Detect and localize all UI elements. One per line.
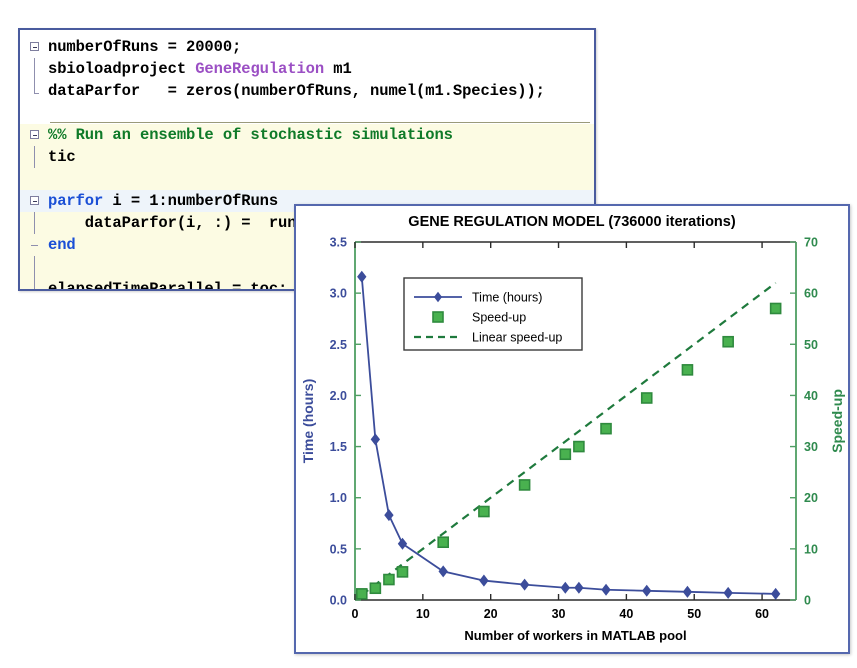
code-token: m1	[324, 60, 352, 78]
speedup-data-point-marker	[640, 392, 653, 404]
time-data-point-marker	[642, 584, 652, 597]
code-fold-stem	[34, 212, 35, 234]
code-token: GeneRegulation	[195, 60, 325, 78]
x-axis-title: Number of workers in MATLAB pool	[464, 628, 686, 643]
code-token: dataParfor = zeros(numberOfRuns, numel(m…	[48, 82, 545, 100]
code-fold-gutter[interactable]	[20, 30, 46, 289]
time-data-point-marker	[357, 270, 367, 283]
code-fold-stem	[34, 80, 35, 93]
code-token: tic	[48, 148, 76, 166]
time-data-point-marker	[682, 585, 693, 598]
time-data-point-marker	[438, 565, 448, 578]
y2-axis-tick-label: 70	[804, 236, 818, 250]
y-axis-title: Time (hours)	[300, 379, 316, 464]
legend-label-linear: Linear speed-up	[472, 331, 562, 345]
speedup-data-point-marker	[369, 582, 382, 595]
y-axis-tick-label: 2.0	[330, 389, 347, 403]
code-token: parfor	[48, 192, 104, 210]
y-axis-tick-label: 1.0	[330, 491, 347, 505]
speedup-data-point-marker	[478, 505, 490, 518]
x-axis-tick-label: 10	[416, 607, 430, 621]
y-axis-tick-label: 3.5	[330, 236, 347, 250]
speedup-data-point-marker	[722, 335, 734, 348]
legend-label-speedup: Speed-up	[472, 311, 526, 325]
code-line[interactable]: sbioloadproject GeneRegulation m1	[48, 58, 352, 80]
x-axis-tick-label: 50	[687, 607, 701, 621]
code-line[interactable]: dataParfor = zeros(numberOfRuns, numel(m…	[48, 80, 545, 102]
code-fold-stem	[34, 278, 35, 289]
speedup-data-point-marker	[437, 536, 449, 549]
code-fold-collapse-icon[interactable]	[30, 42, 39, 51]
code-token: end	[48, 236, 76, 254]
x-axis-tick-label: 60	[755, 607, 769, 621]
y2-axis-tick-label: 50	[804, 338, 818, 352]
code-line[interactable]: tic	[48, 146, 76, 168]
code-fold-collapse-icon[interactable]	[30, 130, 39, 139]
time-data-point-marker	[397, 537, 408, 550]
legend-speedup-marker	[432, 311, 444, 323]
code-token: numberOfRuns = 20000;	[48, 38, 242, 56]
code-fold-tick	[31, 245, 38, 246]
speedup-data-point-marker	[573, 440, 585, 453]
y-axis-tick-label: 2.5	[330, 338, 347, 352]
chart-plot-area[interactable]: 0.0 0.5 1.0 1.5 2.0 2.5 3.0 3.5 0 10 20 30 40 50 60 70 0…	[296, 206, 848, 652]
speedup-data-point-marker	[383, 573, 395, 586]
code-fold-collapse-icon[interactable]	[30, 196, 39, 205]
time-data-point-marker	[370, 433, 381, 446]
time-data-point-marker	[519, 578, 530, 591]
y2-axis-tick-label: 60	[804, 287, 818, 301]
code-token: %% Run an ensemble of stochastic simulat…	[48, 126, 453, 144]
code-token: elapsedTimeParallel = toc;	[48, 280, 288, 289]
time-data-point-marker	[560, 581, 571, 594]
time-data-point-marker	[574, 581, 584, 594]
code-line[interactable]: end	[48, 234, 76, 256]
y2-axis-tick-label: 0	[804, 594, 811, 608]
speedup-data-point-marker	[396, 566, 409, 578]
time-data-point-marker	[601, 583, 611, 596]
code-cell-divider	[50, 122, 590, 123]
time-data-point-marker	[384, 509, 394, 522]
time-data-point-marker	[723, 586, 733, 599]
code-line[interactable]: parfor i = 1:numberOfRuns	[48, 190, 278, 212]
y-axis-tick-label: 0.0	[330, 594, 347, 608]
figure-panel[interactable]: GENE REGULATION MODEL (736000 iterations…	[294, 204, 850, 654]
x-axis-tick-label: 20	[484, 607, 498, 621]
y-axis-tick-label: 1.5	[330, 440, 347, 454]
x-axis-tick-label: 30	[552, 607, 566, 621]
y2-axis-tick-label: 20	[804, 491, 818, 505]
code-fold-end-marker	[34, 93, 39, 94]
code-line[interactable]: %% Run an ensemble of stochastic simulat…	[48, 124, 453, 146]
code-token: i = 1:numberOfRuns	[103, 192, 279, 210]
code-fold-stem	[34, 256, 35, 278]
code-fold-stem	[34, 58, 35, 80]
time-data-point-marker	[770, 587, 781, 600]
speedup-data-point-marker	[600, 422, 612, 435]
code-line[interactable]: elapsedTimeParallel = toc;	[48, 278, 287, 289]
y2-axis-tick-label: 30	[804, 440, 818, 454]
speedup-data-point-marker	[355, 588, 368, 600]
y2-axis-tick-label: 10	[804, 542, 818, 556]
time-data-point-marker	[479, 574, 489, 587]
y2-axis-title: Speed-up	[829, 389, 845, 453]
speedup-data-point-marker	[559, 448, 572, 461]
y-axis-tick-label: 0.5	[330, 542, 347, 556]
x-axis-tick-label: 40	[619, 607, 633, 621]
y2-axis-tick-label: 40	[804, 389, 818, 403]
x-axis-tick-label: 0	[352, 607, 359, 621]
speedup-data-point-marker	[769, 302, 782, 315]
speedup-data-point-marker	[681, 364, 694, 376]
code-line[interactable]: numberOfRuns = 20000;	[48, 36, 241, 58]
speedup-data-point-marker	[518, 479, 531, 491]
legend-label-time: Time (hours)	[472, 291, 542, 305]
code-fold-stem	[34, 146, 35, 168]
code-token: sbioloadproject	[48, 60, 196, 78]
y-axis-tick-label: 3.0	[330, 287, 347, 301]
